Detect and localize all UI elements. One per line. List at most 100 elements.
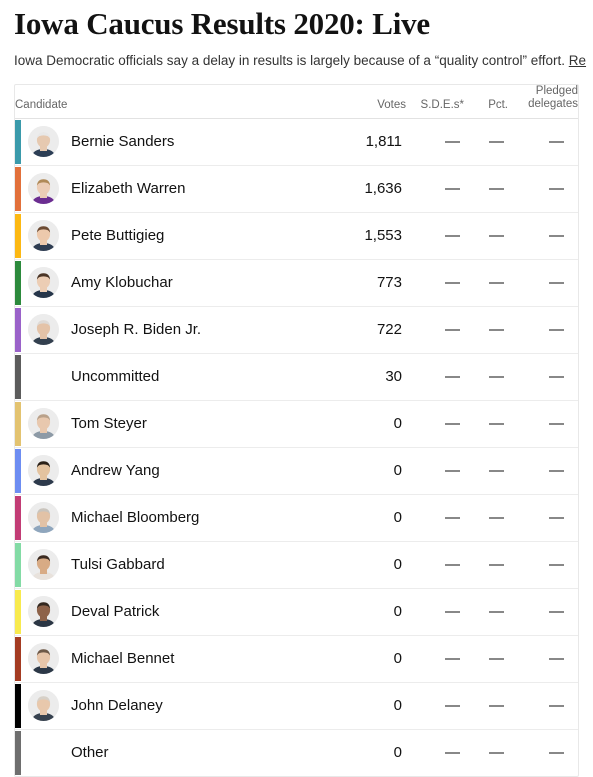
sdes-value: — bbox=[406, 165, 464, 213]
candidate-cell-inner: Other bbox=[15, 730, 338, 775]
votes-value: 0 bbox=[393, 744, 402, 761]
candidate-avatar bbox=[28, 502, 59, 533]
pledged-delegates-value: — bbox=[508, 259, 578, 307]
column-header-votes[interactable]: Votes bbox=[338, 84, 406, 119]
candidate-cell: Amy Klobuchar bbox=[15, 259, 338, 307]
sdes-value: — bbox=[406, 118, 464, 166]
candidate-cell: Pete Buttigieg bbox=[15, 212, 338, 260]
table-row[interactable]: Other 0 — — — bbox=[15, 729, 578, 776]
table-row[interactable]: Tom Steyer 0— — — bbox=[15, 400, 578, 448]
pct-value: — bbox=[464, 635, 508, 683]
candidate-name: Andrew Yang bbox=[71, 462, 160, 479]
column-header-pledged-delegates[interactable]: Pledged delegates bbox=[508, 84, 578, 119]
votes-value: 1,811 bbox=[338, 118, 406, 166]
candidate-cell-inner: Tom Steyer bbox=[15, 401, 338, 446]
candidate-cell-inner: Joseph R. Biden Jr. bbox=[15, 307, 338, 352]
pct-value: — bbox=[489, 744, 504, 761]
candidate-color-bar bbox=[15, 119, 21, 164]
table-row[interactable]: John Delaney 0— — — bbox=[15, 682, 578, 730]
pledged-delegates-value: — bbox=[508, 212, 578, 260]
candidate-cell-inner: Andrew Yang bbox=[15, 448, 338, 493]
votes-value: 0 bbox=[338, 494, 406, 542]
page-subhead: Iowa Democratic officials say a delay in… bbox=[14, 52, 593, 70]
candidate-name: Joseph R. Biden Jr. bbox=[71, 321, 202, 338]
votes-value: 1,553 bbox=[338, 212, 406, 260]
table-row[interactable]: Pete Buttigieg 1,553— — — bbox=[15, 212, 578, 260]
candidate-color-bar bbox=[15, 307, 21, 352]
candidate-cell-inner: John Delaney bbox=[15, 683, 338, 728]
candidate-color-bar bbox=[15, 260, 21, 305]
votes-value: 0 bbox=[338, 400, 406, 448]
candidate-cell: Joseph R. Biden Jr. bbox=[15, 306, 338, 354]
candidate-avatar bbox=[28, 596, 59, 627]
candidate-avatar bbox=[28, 643, 59, 674]
candidate-cell-inner: Deval Patrick bbox=[15, 589, 338, 634]
candidate-color-bar bbox=[15, 542, 21, 587]
sdes-value: — bbox=[406, 353, 464, 401]
sdes-value: — bbox=[406, 447, 464, 495]
pledged-delegates-value: — bbox=[508, 353, 578, 401]
sdes-value: — bbox=[406, 635, 464, 683]
candidate-cell-inner: Elizabeth Warren bbox=[15, 166, 338, 211]
results-page: Iowa Caucus Results 2020: Live Iowa Demo… bbox=[0, 6, 593, 777]
table-row[interactable]: Amy Klobuchar 773— — — bbox=[15, 259, 578, 307]
votes-value: 0 bbox=[338, 682, 406, 730]
table-row[interactable]: Bernie Sanders 1,811— — — bbox=[15, 118, 578, 166]
candidate-color-bar bbox=[15, 495, 21, 540]
avatar-placeholder bbox=[28, 737, 59, 768]
results-table: Candidate Votes S.D.E.s* Pct. Pledged del… bbox=[15, 84, 578, 776]
table-row[interactable]: Deval Patrick 0— — — bbox=[15, 588, 578, 636]
pct-value: — bbox=[464, 682, 508, 730]
candidate-name: Uncommitted bbox=[71, 368, 160, 385]
candidate-cell-inner: Pete Buttigieg bbox=[15, 213, 338, 258]
candidate-avatar bbox=[28, 690, 59, 721]
table-row[interactable]: Michael Bennet 0— — — bbox=[15, 635, 578, 683]
candidate-color-bar bbox=[15, 166, 21, 211]
candidate-color-bar bbox=[15, 636, 21, 681]
pledged-delegates-value: — bbox=[508, 588, 578, 636]
column-header-pct[interactable]: Pct. bbox=[464, 84, 508, 119]
candidate-cell-inner: Michael Bloomberg bbox=[15, 495, 338, 540]
candidate-cell: Michael Bennet bbox=[15, 635, 338, 683]
sdes-value: — bbox=[406, 306, 464, 354]
candidate-cell-inner: Uncommitted bbox=[15, 354, 338, 399]
candidate-cell: John Delaney bbox=[15, 682, 338, 730]
candidate-avatar bbox=[28, 408, 59, 439]
column-header-sdes[interactable]: S.D.E.s* bbox=[406, 84, 464, 119]
candidate-name: Amy Klobuchar bbox=[71, 274, 173, 291]
candidate-color-bar bbox=[15, 448, 21, 493]
candidate-color-bar bbox=[15, 354, 21, 399]
candidate-cell: Deval Patrick bbox=[15, 588, 338, 636]
candidate-name: Deval Patrick bbox=[71, 603, 160, 620]
votes-value: 0 bbox=[338, 541, 406, 589]
candidate-cell-inner: Bernie Sanders bbox=[15, 119, 338, 164]
votes-value: 0 bbox=[338, 447, 406, 495]
table-row[interactable]: Elizabeth Warren 1,636— — — bbox=[15, 165, 578, 213]
candidate-name: Michael Bennet bbox=[71, 650, 175, 667]
table-row[interactable]: Uncommitted 30— — — bbox=[15, 353, 578, 401]
candidate-name: Tulsi Gabbard bbox=[71, 556, 165, 573]
column-header-candidate[interactable]: Candidate bbox=[15, 84, 338, 119]
candidate-cell-inner: Amy Klobuchar bbox=[15, 260, 338, 305]
candidate-cell: Elizabeth Warren bbox=[15, 165, 338, 213]
candidate-name: Michael Bloomberg bbox=[71, 509, 200, 526]
votes-value: 773 bbox=[338, 259, 406, 307]
pledged-delegates-value: — bbox=[508, 541, 578, 589]
candidate-color-bar bbox=[15, 683, 21, 728]
pct-value: — bbox=[464, 588, 508, 636]
table-row[interactable]: Joseph R. Biden Jr. 722— — — bbox=[15, 306, 578, 354]
table-row[interactable]: Andrew Yang 0— — — bbox=[15, 447, 578, 495]
read-more-link[interactable]: Re bbox=[569, 53, 586, 68]
table-row[interactable]: Michael Bloomberg 0— — — bbox=[15, 494, 578, 542]
pledged-delegates-value: — bbox=[508, 118, 578, 166]
pct-value: — bbox=[464, 259, 508, 307]
avatar-placeholder bbox=[28, 361, 59, 392]
table-row[interactable]: Tulsi Gabbard 0— — — bbox=[15, 541, 578, 589]
pledged-delegates-value: — bbox=[508, 306, 578, 354]
pledged-delegates-value: — bbox=[508, 494, 578, 542]
candidate-color-bar bbox=[15, 401, 21, 446]
candidate-cell: Andrew Yang bbox=[15, 447, 338, 495]
candidate-name: Other bbox=[71, 744, 109, 761]
pct-value: — bbox=[464, 306, 508, 354]
votes-value: 722 bbox=[338, 306, 406, 354]
